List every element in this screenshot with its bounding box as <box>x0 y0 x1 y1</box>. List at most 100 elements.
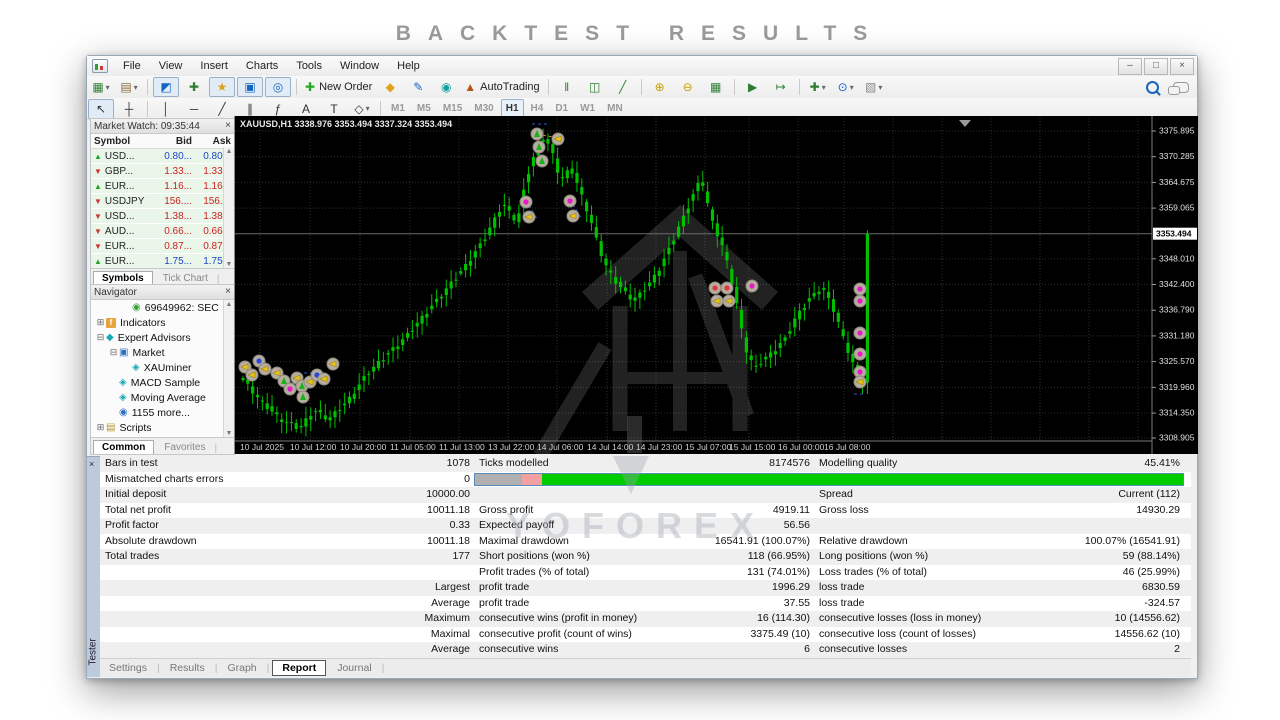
expand-icon[interactable]: ⊟ <box>95 332 106 343</box>
tab-common[interactable]: Common <box>93 440 155 454</box>
report-row: Bars in test 1078 Ticks modelled 8174576 Mod… <box>100 456 1191 472</box>
zoom-in-button[interactable]: ⊕ <box>647 77 673 97</box>
expert-advisors-icon[interactable]: ◆ <box>377 77 403 97</box>
expand-icon[interactable]: ⊞ <box>95 317 106 328</box>
candlestick-icon: ◫ <box>589 80 601 94</box>
report-label: consecutive profit (count of wins) <box>479 627 632 640</box>
menu-help[interactable]: Help <box>388 58 429 74</box>
bar-chart-icon: ‖ <box>564 80 570 94</box>
dropdown-arrow-icon[interactable]: ▾ <box>106 83 110 92</box>
horizontal-line-tool[interactable]: ─ <box>181 99 207 119</box>
cursor-tool[interactable]: ↖ <box>88 98 114 119</box>
market-row-eur[interactable]: ▼ EUR... 0.87... 0.87... <box>91 239 234 254</box>
market-row-eur[interactable]: ▲ EUR... 1.75... 1.75... <box>91 254 234 269</box>
market-watch-toggle[interactable]: ◩ <box>153 77 179 97</box>
tree-item-xauminer[interactable]: ◈ XAUminer <box>91 360 234 375</box>
chart-area[interactable]: 3375.895 3370.285 3364.675 3359.065 3348.010… <box>234 116 1198 460</box>
dropdown-arrow-icon[interactable]: ▾ <box>878 83 882 92</box>
tester-close-icon[interactable]: × <box>89 459 94 469</box>
expand-icon[interactable]: ⊟ <box>108 347 119 358</box>
auto-scroll-button[interactable]: ▶ <box>740 77 766 97</box>
terminal-toggle[interactable]: ▣ <box>237 77 263 97</box>
indicators-button[interactable]: ✚ ▾ <box>805 77 831 97</box>
new-order-button[interactable]: ✚ New Order <box>302 77 375 97</box>
tree-item-market[interactable]: ⊟ ▣ Market <box>91 345 234 360</box>
menu-tools[interactable]: Tools <box>287 58 331 74</box>
tree-item-indicators[interactable]: ⊞ f Indicators <box>91 315 234 330</box>
vertical-line-tool[interactable]: │ <box>153 99 179 119</box>
bar-chart-button[interactable]: ‖ <box>554 77 580 97</box>
market-row-usd[interactable]: ▼ USD... 1.38... 1.38... <box>91 209 234 224</box>
dropdown-arrow-icon[interactable]: ▾ <box>366 104 370 113</box>
navigator-scrollbar[interactable]: ▲ ▼ <box>223 300 234 438</box>
report-value: Largest <box>434 581 470 593</box>
tile-windows-button[interactable]: ▦ <box>703 77 729 97</box>
market-watch-close-icon[interactable]: × <box>225 121 231 131</box>
line-chart-button[interactable]: ╱ <box>610 77 636 97</box>
chat-icon[interactable] <box>1168 81 1189 95</box>
menu-view[interactable]: View <box>150 58 192 74</box>
metaeditor-icon[interactable]: ✎ <box>405 77 431 97</box>
metaeditor-icon: ✎ <box>413 80 424 94</box>
dropdown-arrow-icon[interactable]: ▾ <box>850 83 854 92</box>
dropdown-arrow-icon[interactable]: ▾ <box>822 83 826 92</box>
tester-tab-graph[interactable]: Graph <box>218 661 265 675</box>
report-value: 10 (14556.62) <box>1114 612 1180 624</box>
tester-label[interactable]: Tester <box>88 626 99 665</box>
templates-button[interactable]: ▧ ▾ <box>861 77 887 97</box>
market-watch-scrollbar[interactable]: ▲ ▼ <box>223 147 234 269</box>
tree-item-expert-advisors[interactable]: ⊟ ◆ Expert Advisors <box>91 330 234 345</box>
candlestick-button[interactable]: ◫ <box>582 77 608 97</box>
restore-button[interactable]: □ <box>1144 57 1168 75</box>
new-chart-button[interactable]: ▦ ▾ <box>88 77 114 97</box>
bid-value: 0.87... <box>164 240 192 252</box>
minimize-button[interactable]: – <box>1118 57 1142 75</box>
menu-file[interactable]: File <box>114 58 150 74</box>
tester-tab-results[interactable]: Results <box>161 661 214 675</box>
bid-value: 156.... <box>164 195 192 207</box>
autotrading-icon: ▲ <box>464 80 477 94</box>
market-row-aud[interactable]: ▼ AUD... 0.66... 0.66... <box>91 224 234 239</box>
tree-item-moving-average[interactable]: ◈ Moving Average <box>91 390 234 405</box>
autotrading-button[interactable]: ▲ AutoTrading <box>461 77 542 97</box>
strategy-tester-toggle[interactable]: ◎ <box>265 77 291 97</box>
search-icon[interactable] <box>1146 80 1159 94</box>
chart-shift-button[interactable]: ↦ <box>768 77 794 97</box>
expand-icon[interactable]: ⊞ <box>95 422 106 433</box>
tester-tab-journal[interactable]: Journal <box>328 661 380 675</box>
zoom-out-button[interactable]: ⊖ <box>675 77 701 97</box>
tester-tab-settings[interactable]: Settings <box>100 661 156 675</box>
navigator-toggle[interactable]: ★ <box>209 77 235 97</box>
tree-item-scripts[interactable]: ⊞ ▤ Scripts <box>91 420 234 435</box>
tab-favorites[interactable]: Favorites <box>156 441 213 454</box>
market-row-usdjpy[interactable]: ▼ USDJPY 156.... 156.... <box>91 194 234 209</box>
tree-item-69649962-sec[interactable]: ◉ 69649962: SEC <box>91 300 234 315</box>
svg-text:16 Jul 08:00: 16 Jul 08:00 <box>824 442 871 452</box>
profiles-button[interactable]: ▤ ▾ <box>116 77 142 97</box>
navigator-titlebar: Navigator × <box>91 285 234 300</box>
market-row-gbp[interactable]: ▼ GBP... 1.33... 1.33... <box>91 164 234 179</box>
data-window-toggle[interactable]: ✚ <box>181 77 207 97</box>
trendline-tool[interactable]: ╱ <box>209 99 235 119</box>
report-label: Gross loss <box>819 503 869 516</box>
tester-tab-report[interactable]: Report <box>272 660 327 676</box>
menu-insert[interactable]: Insert <box>191 58 237 74</box>
svg-text:3348.010: 3348.010 <box>1159 253 1195 263</box>
tab-symbols[interactable]: Symbols <box>93 271 153 285</box>
profiles-icon: ▤ <box>120 80 132 94</box>
market-row-eur[interactable]: ▲ EUR... 1.16... 1.16... <box>91 179 234 194</box>
news-icon[interactable]: ◉ <box>433 77 459 97</box>
dropdown-arrow-icon[interactable]: ▾ <box>134 83 138 92</box>
periods-button[interactable]: ⊙ ▾ <box>833 77 859 97</box>
market-row-usd[interactable]: ▲ USD... 0.80... 0.80... <box>91 149 234 164</box>
crosshair-tool[interactable]: ┼ <box>116 99 142 119</box>
symbol-label: USD... <box>104 210 135 222</box>
close-button[interactable]: × <box>1170 57 1194 75</box>
tree-item-macd-sample[interactable]: ◈ MACD Sample <box>91 375 234 390</box>
col-symbol: Symbol <box>94 135 131 147</box>
navigator-close-icon[interactable]: × <box>225 287 231 297</box>
menu-window[interactable]: Window <box>331 58 388 74</box>
menu-charts[interactable]: Charts <box>237 58 287 74</box>
tree-item-1155-more-[interactable]: ◉ 1155 more... <box>91 405 234 420</box>
indicators-icon: ✚ <box>809 80 820 94</box>
